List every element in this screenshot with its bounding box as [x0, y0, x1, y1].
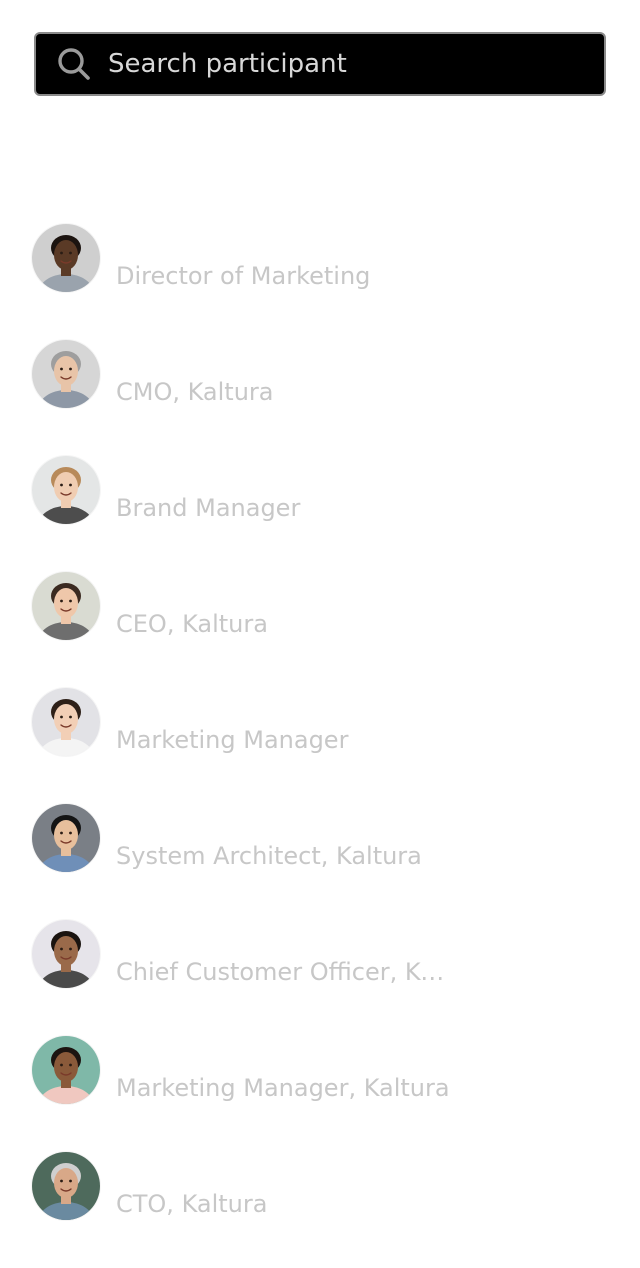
participant-item[interactable]: Director of Marketing [0, 224, 640, 340]
participant-avatar [32, 572, 100, 640]
participant-avatar [32, 1036, 100, 1104]
participant-title: CMO, Kaltura [116, 378, 274, 406]
search-icon [56, 46, 92, 82]
participant-item[interactable]: CMO, Kaltura [0, 340, 640, 456]
participant-item[interactable]: Brand Manager [0, 456, 640, 572]
participant-item[interactable]: CEO, Kaltura [0, 572, 640, 688]
participant-avatar [32, 340, 100, 408]
participant-item[interactable]: Marketing Manager [0, 688, 640, 804]
participant-item[interactable]: System Architect, Kaltura [0, 804, 640, 920]
participant-avatar [32, 1152, 100, 1220]
search-bar[interactable] [34, 32, 606, 96]
participant-item[interactable]: Marketing Manager, Kaltura [0, 1036, 640, 1152]
participant-avatar [32, 804, 100, 872]
participant-avatar [32, 224, 100, 292]
participant-avatar [32, 688, 100, 756]
search-input[interactable] [108, 44, 604, 84]
participant-title: Marketing Manager [116, 726, 349, 754]
participant-item[interactable]: Chief Customer Officer, Kaltura [0, 920, 640, 1036]
participant-title: CEO, Kaltura [116, 610, 268, 638]
participant-title: System Architect, Kaltura [116, 842, 422, 870]
participant-title: Brand Manager [116, 494, 301, 522]
participant-item[interactable]: CTO, Kaltura [0, 1152, 640, 1268]
participant-title: Marketing Manager, Kaltura [116, 1074, 450, 1102]
participant-title: Chief Customer Officer, Kaltura [116, 958, 456, 986]
participant-title: Director of Marketing [116, 262, 371, 290]
participant-title: CTO, Kaltura [116, 1190, 268, 1218]
participant-avatar [32, 920, 100, 988]
participant-avatar [32, 456, 100, 524]
participant-list: Director of Marketing CMO, Kaltura Brand M… [0, 224, 640, 1268]
